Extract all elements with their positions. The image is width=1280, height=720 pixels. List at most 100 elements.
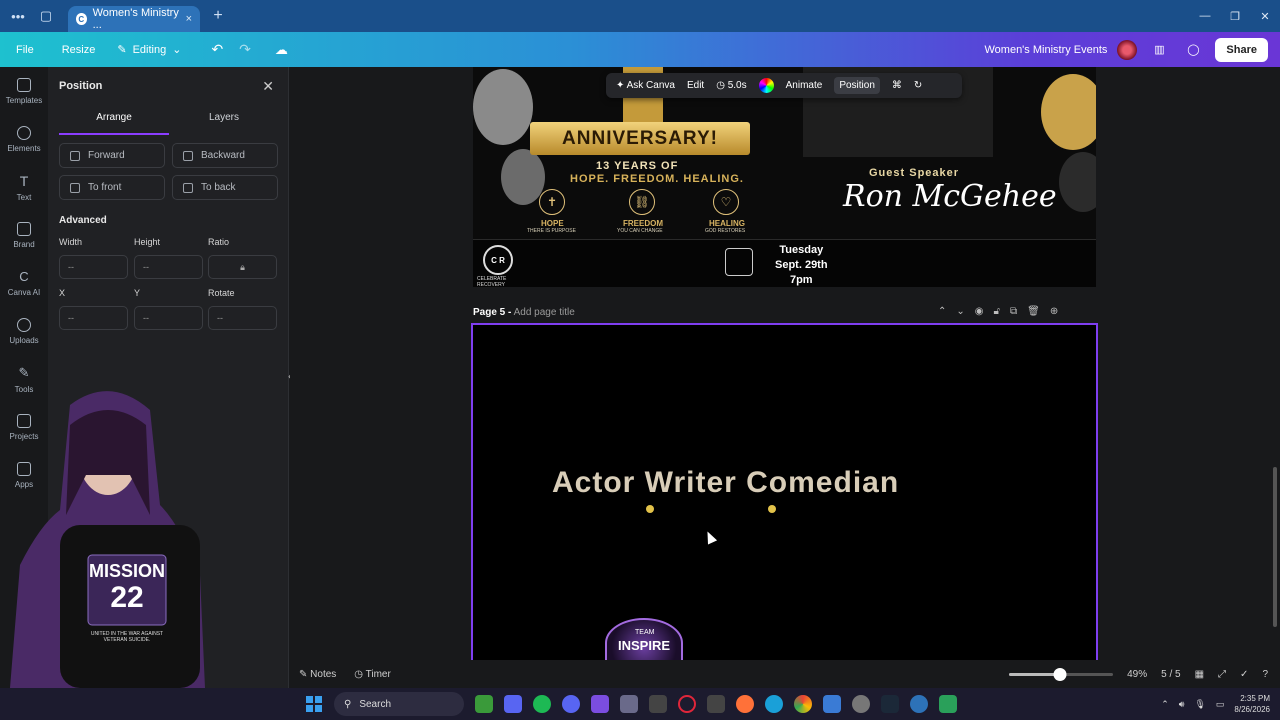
- animate-button[interactable]: Animate: [786, 80, 823, 91]
- rail-uploads[interactable]: Uploads: [0, 307, 48, 355]
- color-swatch-icon[interactable]: [758, 78, 774, 93]
- zoom-slider[interactable]: [1009, 667, 1114, 681]
- width-field[interactable]: --: [59, 255, 128, 279]
- resize-button[interactable]: Resize: [62, 44, 96, 56]
- opera-icon[interactable]: [678, 695, 696, 713]
- x-field[interactable]: --: [59, 306, 128, 330]
- volume-icon[interactable]: 🔊︎: [1179, 699, 1185, 710]
- rotate-field[interactable]: --: [208, 306, 277, 330]
- taskbar-app-icon[interactable]: [707, 695, 725, 713]
- backward-button[interactable]: Backward: [172, 143, 278, 168]
- tab-layers[interactable]: Layers: [169, 109, 279, 135]
- comment-icon[interactable]: ◯: [1181, 38, 1205, 62]
- tray-chevron-icon[interactable]: ⌃: [1161, 699, 1169, 710]
- ask-canva-button[interactable]: ✦ Ask Canva: [616, 80, 675, 91]
- share-button[interactable]: Share: [1215, 37, 1268, 62]
- undo-icon[interactable]: ↶: [211, 41, 223, 58]
- event-banner[interactable]: ANNIVERSARY! 13 YEARS OF HOPE. FREEDOM. …: [473, 67, 1096, 287]
- browser-menu-icon[interactable]: •••: [8, 6, 28, 26]
- maximize-icon[interactable]: ❐: [1220, 0, 1250, 32]
- clock[interactable]: 2:35 PM 8/26/2026: [1234, 693, 1270, 715]
- zoom-level[interactable]: 49%: [1127, 669, 1147, 680]
- to-back-button[interactable]: To back: [172, 175, 278, 200]
- rail-templates[interactable]: Templates: [0, 67, 48, 115]
- height-field[interactable]: --: [134, 255, 203, 279]
- rail-brand[interactable]: Brand: [0, 211, 48, 259]
- close-icon[interactable]: ✕: [262, 78, 274, 95]
- design-page[interactable]: Actor Writer Comedian INSPIRE TEAM: [471, 323, 1098, 660]
- timer-button[interactable]: ◷ Timer: [354, 669, 391, 680]
- y-field[interactable]: --: [134, 306, 203, 330]
- tab-arrange[interactable]: Arrange: [59, 109, 169, 135]
- cloud-save-icon[interactable]: ☁: [275, 42, 288, 58]
- discord-icon[interactable]: [562, 695, 580, 713]
- microphone-icon[interactable]: 🎙︎: [1194, 699, 1205, 710]
- notes-button[interactable]: ✎ Notes: [299, 669, 336, 680]
- zoom-slider-knob[interactable]: [1053, 667, 1067, 681]
- hide-page-icon[interactable]: ◉: [975, 306, 984, 317]
- taskbar-search[interactable]: ⚲ Search: [334, 692, 464, 716]
- steam-icon[interactable]: [881, 695, 899, 713]
- taskbar-app-icon[interactable]: [591, 695, 609, 713]
- taskbar-app-icon[interactable]: [620, 695, 638, 713]
- notes-label: Notes: [310, 668, 337, 680]
- taskbar-app-icon[interactable]: [504, 695, 522, 713]
- chevron-up-icon[interactable]: ⌃: [938, 306, 946, 317]
- vertical-scrollbar[interactable]: [1273, 467, 1277, 627]
- browser-tab[interactable]: C Women's Ministry ... ×: [68, 6, 200, 32]
- position-button[interactable]: Position: [834, 77, 880, 94]
- duration-button[interactable]: ◷ 5.0s: [716, 80, 746, 91]
- rail-text[interactable]: T Text: [0, 163, 48, 211]
- notepad-icon[interactable]: [823, 695, 841, 713]
- settings-icon[interactable]: [852, 695, 870, 713]
- avatar[interactable]: [1117, 39, 1138, 60]
- rail-canva-ai[interactable]: C Canva AI: [0, 259, 48, 307]
- help-icon[interactable]: ?: [1262, 669, 1268, 680]
- edge-icon[interactable]: [765, 695, 783, 713]
- pillar-subtitle: YOU CAN CHANGE: [617, 228, 663, 234]
- lock-page-icon[interactable]: 🔓︎: [994, 306, 1000, 317]
- headline-text[interactable]: Actor Writer Comedian: [552, 466, 899, 500]
- fullscreen-icon[interactable]: ⤢: [1218, 669, 1226, 680]
- firefox-icon[interactable]: [736, 695, 754, 713]
- to-front-button[interactable]: To front: [59, 175, 165, 200]
- logo-small-text: TEAM: [635, 629, 655, 636]
- check-icon[interactable]: ✓: [1240, 669, 1248, 680]
- page-counter[interactable]: 5 / 5: [1161, 669, 1180, 680]
- chrome-icon[interactable]: [794, 695, 812, 713]
- redo-icon[interactable]: ↷: [239, 41, 251, 58]
- windows-start-icon[interactable]: [306, 696, 322, 712]
- copy-style-icon[interactable]: ⌘: [892, 80, 902, 91]
- taskbar-app-icon[interactable]: [649, 695, 667, 713]
- tab-close-icon[interactable]: ×: [186, 13, 192, 25]
- uploads-icon: [17, 317, 31, 332]
- file-menu[interactable]: File: [16, 44, 34, 56]
- insights-icon[interactable]: ▥: [1147, 38, 1171, 62]
- forward-button[interactable]: Forward: [59, 143, 165, 168]
- page-title-label[interactable]: Page 5 - Add page title: [473, 307, 575, 318]
- new-tab-icon[interactable]: +: [208, 6, 228, 26]
- ratio-lock-button[interactable]: 🔒︎: [208, 255, 277, 279]
- canva-app-icon[interactable]: [910, 695, 928, 713]
- grid-view-icon[interactable]: ▦: [1195, 669, 1204, 680]
- taskbar-app-icon[interactable]: [939, 695, 957, 713]
- spotify-icon[interactable]: [533, 695, 551, 713]
- celebrate-recovery-logo: C R: [483, 245, 513, 275]
- to-back-icon: [183, 182, 193, 193]
- add-page-icon[interactable]: ⊕: [1050, 306, 1058, 317]
- page-title-placeholder[interactable]: Add page title: [514, 307, 575, 318]
- minimize-icon[interactable]: —: [1190, 0, 1220, 32]
- rail-elements[interactable]: Elements: [0, 115, 48, 163]
- refresh-icon[interactable]: ↻: [914, 80, 922, 91]
- chevron-down-icon[interactable]: ⌄: [956, 306, 964, 317]
- character-overlay: MISSION 22 UNITED IN THE WAR AGAINST VET…: [0, 385, 215, 688]
- project-title[interactable]: Women's Ministry Events: [984, 44, 1107, 56]
- delete-page-icon[interactable]: 🗑︎: [1027, 306, 1040, 317]
- edit-button[interactable]: Edit: [687, 80, 704, 91]
- editing-mode-button[interactable]: ✎ Editing ⌄: [117, 43, 181, 57]
- duplicate-page-icon[interactable]: ⧉: [1010, 306, 1017, 317]
- tab-groups-icon[interactable]: ▢: [36, 6, 56, 26]
- network-icon[interactable]: ▭: [1216, 699, 1225, 710]
- taskbar-app-icon[interactable]: [475, 695, 493, 713]
- close-window-icon[interactable]: ✕: [1250, 0, 1280, 32]
